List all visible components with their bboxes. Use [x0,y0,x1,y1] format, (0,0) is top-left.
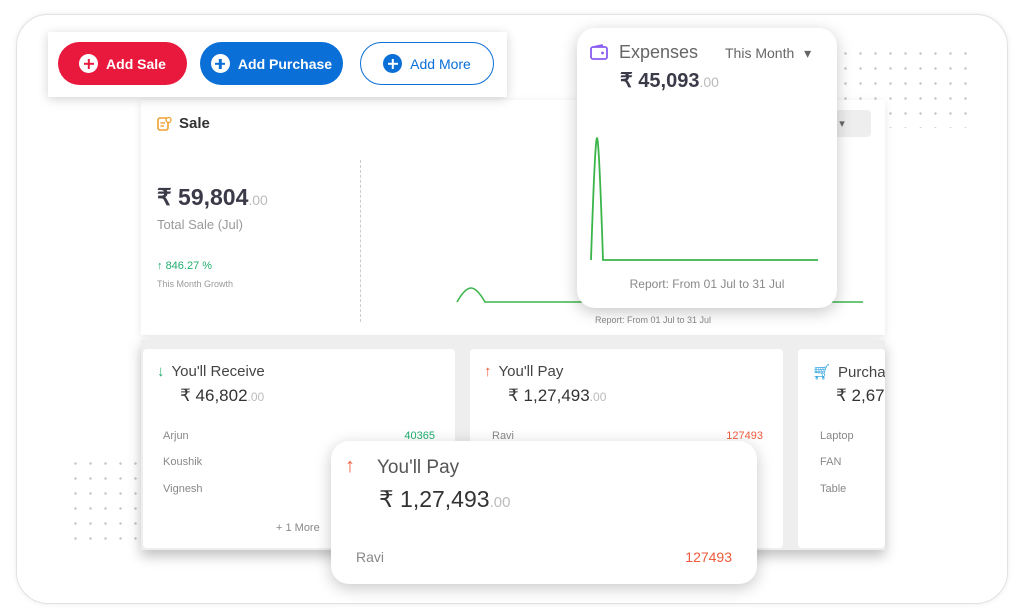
arrow-up-icon: ↑ [484,363,492,380]
pay-cents: .00 [589,390,607,404]
receive-amount: ₹ 46,802 [180,386,248,405]
expenses-cents: .00 [699,74,719,90]
caret-down-icon: ▾ [804,45,812,61]
list-item-value: 127493 [685,549,732,565]
list-item: Laptop [820,430,854,442]
purchase-amount: ₹ 2,67 [836,386,885,405]
growth-value: 846.27 % [165,260,213,272]
receive-title: You'll Receive [171,363,265,380]
purchase-title: Purchas [838,363,885,381]
arrow-up-icon: ↑ [345,455,355,477]
add-sale-label: Add Sale [106,55,166,72]
add-purchase-label: Add Purchase [237,55,333,72]
pay-popup-cents: .00 [489,494,511,511]
add-more-button[interactable]: Add More [360,42,494,85]
list-item: FAN [820,456,842,468]
expenses-amount: ₹ 45,093 [620,70,700,92]
sale-amount: ₹ 59,804 [157,184,249,210]
pay-popup-card: ↑ You'll Pay ₹ 1,27,493.00 Ravi 127493 [331,441,757,584]
pay-title: You'll Pay [498,363,564,380]
sale-cents: .00 [248,192,268,208]
cart-icon: 🛒︎ [812,364,832,381]
sale-label: Total Sale (Jul) [157,217,243,232]
expenses-title: Expenses [619,42,699,62]
divider [360,160,361,322]
add-more-label: Add More [410,55,471,72]
plus-icon [79,54,99,73]
pay-amount: ₹ 1,27,493 [508,386,590,405]
decorative-dots [68,456,143,546]
list-item: Ravi [356,549,385,565]
receive-cents: .00 [247,390,265,404]
arrow-up-icon: ↑ [157,260,163,272]
add-purchase-button[interactable]: Add Purchase [200,42,343,85]
add-sale-button[interactable]: Add Sale [58,42,187,85]
sale-report: Report: From 01 Jul to 31 Jul [595,315,712,325]
growth-label: This Month Growth [157,279,234,289]
caret-down-icon: ▾ [839,118,845,130]
wallet-icon [590,44,608,60]
list-item: Table [820,483,847,495]
period-label: This Month [725,45,795,61]
more-link[interactable]: + 1 More [276,522,320,534]
purchase-card: 🛒︎ Purchas ₹ 2,67 Laptop FAN Table [798,349,885,548]
pay-popup-title: You'll Pay [377,457,460,478]
expenses-period-dropdown[interactable]: This Month ▾ [725,45,811,62]
list-item: Koushik [163,456,203,468]
plus-icon [210,54,230,73]
action-bar: Add Sale Add Purchase Add More [48,32,507,97]
expenses-report: Report: From 01 Jul to 31 Jul [629,277,785,291]
plus-icon [383,54,403,73]
sale-icon [157,116,172,131]
expenses-card: Expenses This Month ▾ ₹ 45,093.00 Report… [577,28,837,308]
sale-title: Sale [179,115,210,132]
list-item: Vignesh [163,483,203,495]
expenses-sparkline [590,137,818,261]
list-item: Arjun [163,430,189,442]
arrow-down-icon: ↓ [157,363,165,380]
pay-popup-amount: ₹ 1,27,493 [379,486,490,512]
